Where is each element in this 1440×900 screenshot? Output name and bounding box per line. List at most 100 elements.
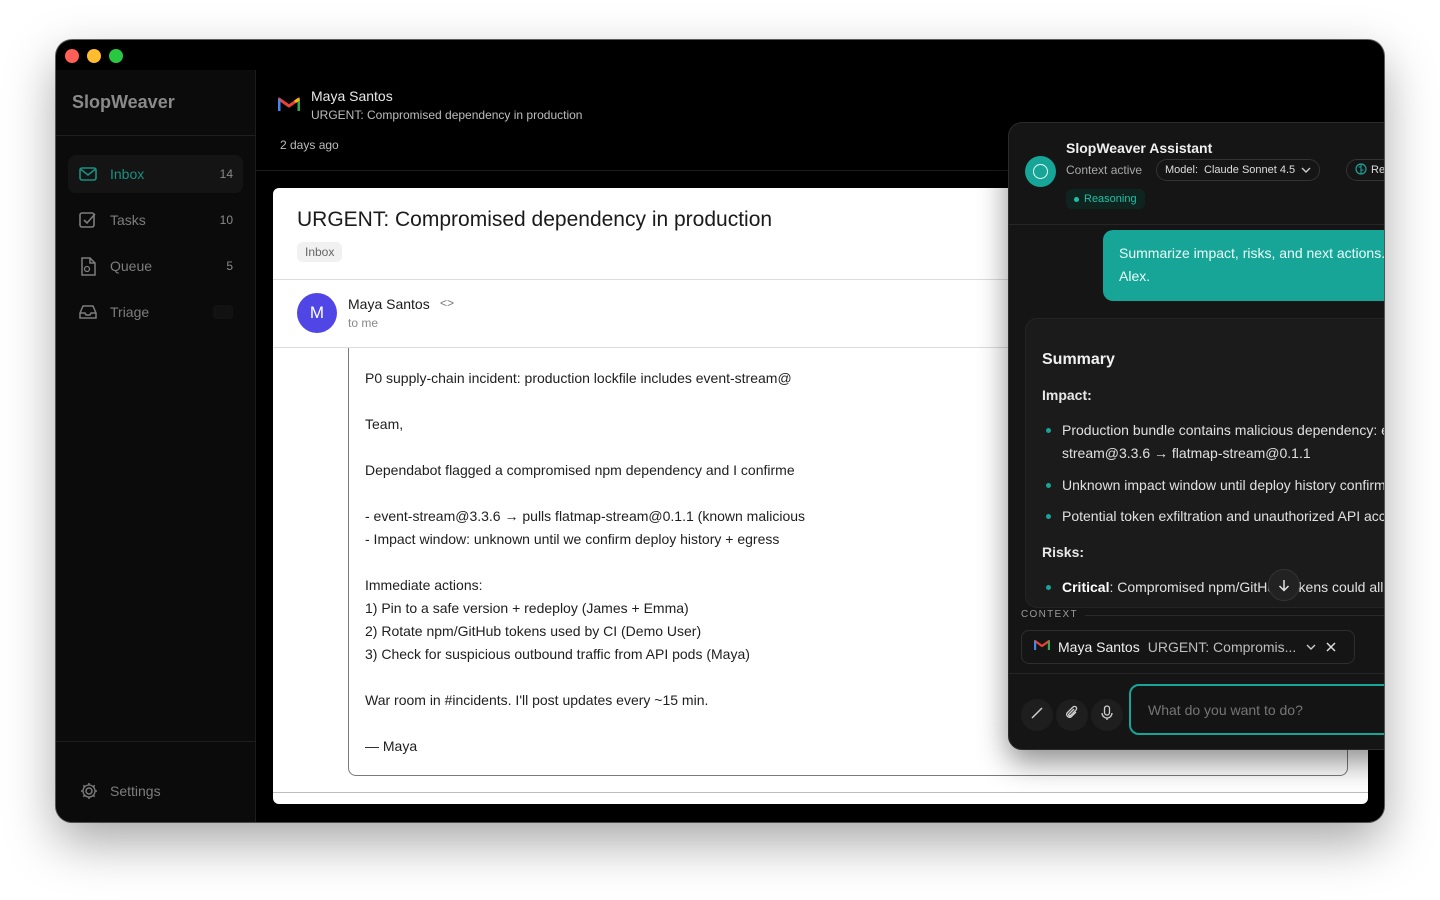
context-subject: URGENT: Compromis... (1147, 639, 1297, 655)
reasoning-label: Reasoning: Deep (1371, 164, 1384, 176)
email-body-line: - event-stream@3.3.6 → pulls flatmap-str… (365, 508, 806, 524)
checkbox-icon (78, 210, 98, 230)
sidebar-item-count: 10 (219, 213, 233, 227)
sidebar-item-count: 5 (226, 259, 233, 273)
main-panel: Maya Santos URGENT: Compromised dependen… (256, 70, 1384, 822)
divider (56, 741, 255, 742)
tray-icon (78, 302, 98, 322)
risks-label: Risks: (1042, 544, 1085, 560)
context-sender: Maya Santos (1058, 639, 1140, 655)
email-body-line (365, 391, 805, 414)
received-time: 2 days ago (280, 138, 339, 152)
assistant-title: SlopWeaver Assistant (1066, 140, 1213, 156)
minimize-window-button[interactable] (87, 49, 101, 63)
list-item: Unknown impact window until deploy histo… (1046, 474, 1384, 497)
sender-name: Maya Santos (311, 88, 393, 104)
list-item: Critical: Compromised npm/GitHub tokens … (1046, 576, 1384, 599)
app-brand: SlopWeaver (72, 92, 175, 112)
gmail-icon (277, 96, 301, 117)
email-body-line (365, 667, 805, 690)
sidebar-item-triage[interactable]: Triage (68, 293, 243, 331)
model-label: Model: (1165, 164, 1199, 176)
email-body-line (365, 713, 805, 736)
divider (1085, 615, 1384, 616)
sidebar-item-count (213, 305, 233, 319)
zoom-window-button[interactable] (109, 49, 123, 63)
list-item: Potential token exfiltration and unautho… (1046, 505, 1384, 528)
assistant-logo-icon (1025, 156, 1056, 187)
user-message: Summarize impact, risks, and next action… (1103, 230, 1384, 301)
model-select[interactable]: Model: Claude Sonnet 4.5 (1156, 159, 1321, 181)
chevron-down-icon (1301, 164, 1311, 176)
recipient: to me (348, 316, 379, 330)
settings-label: Settings (110, 783, 161, 799)
sidebar-item-label: Triage (110, 304, 150, 320)
sidebar-item-inbox[interactable]: Inbox 14 (68, 155, 243, 193)
slash-icon (1030, 706, 1044, 725)
gmail-icon (1033, 638, 1051, 656)
divider (1009, 673, 1384, 674)
email-body-line: Team, (365, 416, 404, 432)
paperclip-icon (1065, 705, 1079, 725)
sidebar-item-tasks[interactable]: Tasks 10 (68, 201, 243, 239)
context-chip[interactable]: Maya Santos URGENT: Compromis... (1021, 630, 1355, 664)
impact-label: Impact: (1042, 387, 1092, 403)
email-body-text: P0 supply-chain incident: production loc… (365, 368, 805, 759)
label-chip[interactable]: Inbox (297, 242, 343, 262)
email-body-line (365, 437, 805, 460)
divider (273, 792, 1368, 793)
sidebar-item-label: Tasks (110, 212, 146, 228)
avatar: M (297, 293, 337, 333)
reply-heading: Summary (1042, 351, 1115, 368)
brain-icon (1355, 162, 1367, 178)
risk-text: : Compromised npm/GitHub tokens could al… (1109, 579, 1384, 595)
risk-severity: Critical (1062, 579, 1110, 595)
close-window-button[interactable] (65, 49, 79, 63)
from-address: <> (440, 296, 455, 310)
mail-icon (78, 164, 98, 184)
voice-button[interactable] (1091, 699, 1123, 731)
email-body-line: 3) Check for suspicious outbound traffic… (365, 646, 750, 662)
scroll-down-button[interactable] (1268, 569, 1300, 601)
model-value: Claude Sonnet 4.5 (1204, 164, 1296, 176)
divider (56, 135, 255, 136)
email-body-line: Dependabot flagged a compromised npm dep… (365, 462, 795, 478)
sidebar: SlopWeaver Inbox 14 Tasks 10 Queue 5 Tri… (56, 70, 256, 822)
assistant-panel: SlopWeaver Assistant Context active Mode… (1008, 122, 1384, 750)
email-body-line: - Impact window: unknown until we confir… (365, 531, 780, 547)
from-name: Maya Santos (348, 296, 430, 312)
settings-button[interactable]: Settings (80, 782, 161, 800)
remove-context-icon[interactable] (1326, 642, 1336, 652)
context-label: CONTEXT (1021, 609, 1078, 620)
prompt-input[interactable] (1129, 684, 1384, 735)
email-body-line: War room in #incidents. I'll post update… (365, 692, 709, 708)
gear-icon (80, 782, 98, 800)
email-subject: URGENT: Compromised dependency in produc… (311, 108, 583, 122)
sidebar-nav: Inbox 14 Tasks 10 Queue 5 Triage (68, 155, 243, 339)
email-body-line: P0 supply-chain incident: production loc… (365, 370, 792, 386)
attach-button[interactable] (1056, 699, 1088, 731)
assistant-reply: Summary Impact: Production bundle contai… (1025, 318, 1384, 608)
sidebar-item-queue[interactable]: Queue 5 (68, 247, 243, 285)
microphone-icon (1101, 704, 1113, 726)
chevron-down-icon[interactable] (1306, 644, 1316, 650)
context-status: Context active (1066, 163, 1143, 177)
app-window: SlopWeaver Inbox 14 Tasks 10 Queue 5 Tri… (56, 40, 1384, 822)
email-body-line: Immediate actions: (365, 577, 483, 593)
email-body-line: — Maya (365, 738, 418, 754)
slash-command-button[interactable] (1021, 699, 1053, 731)
reasoning-select[interactable]: Reasoning: Deep (1346, 159, 1384, 181)
sidebar-item-label: Inbox (110, 166, 145, 182)
email-body-line (365, 552, 805, 575)
document-icon (78, 256, 98, 276)
divider (1009, 224, 1384, 225)
email-body-line: 2) Rotate npm/GitHub tokens used by CI (… (365, 623, 702, 639)
status-badge: Reasoning (1066, 189, 1145, 209)
email-body-line: 1) Pin to a safe version + redeploy (Jam… (365, 600, 689, 616)
window-controls (65, 49, 123, 63)
list-item: Production bundle contains malicious dep… (1046, 419, 1384, 465)
status-badge-label: Reasoning (1084, 193, 1137, 205)
email-body-line (365, 483, 805, 506)
email-title: URGENT: Compromised dependency in produc… (297, 208, 773, 231)
sidebar-item-count: 14 (219, 167, 233, 181)
